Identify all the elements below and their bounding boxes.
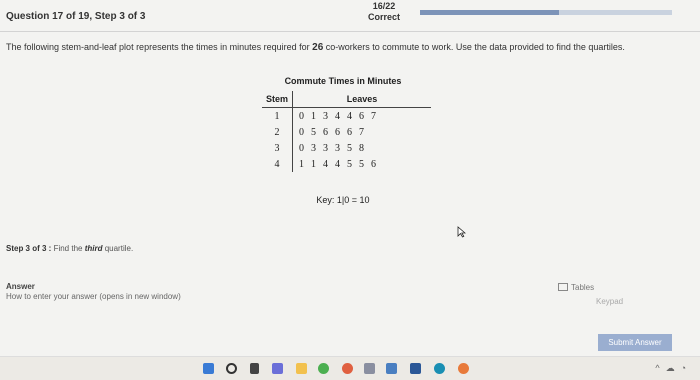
leaf-value: 6 — [359, 110, 364, 122]
plot-row: 3033358 — [262, 140, 431, 156]
photos-icon[interactable] — [342, 363, 353, 374]
cloud-icon[interactable]: ☁ — [666, 363, 681, 373]
leaves-cell: 0134467 — [293, 108, 432, 125]
score-box: 16/22 Correct — [356, 1, 412, 23]
leaf-value: 5 — [347, 142, 352, 154]
leaf-value: 1 — [311, 110, 316, 122]
step-text: Find the — [51, 244, 85, 253]
leaf-value: 6 — [347, 126, 352, 138]
progress-bar — [420, 10, 672, 15]
leaf-value: 5 — [347, 158, 352, 170]
task-view-icon[interactable] — [250, 363, 259, 374]
leaf-value: 1 — [299, 158, 304, 170]
leaf-value: 5 — [311, 126, 316, 138]
leaf-value: 0 — [299, 142, 304, 154]
stem-value: 4 — [262, 156, 293, 172]
tables-button[interactable]: Tables — [558, 283, 594, 292]
prompt-text-end: co-workers to commute to work. Use the d… — [323, 42, 625, 52]
system-tray: ^☁◔ — [655, 363, 692, 374]
leaf-value: 4 — [323, 158, 328, 170]
stem-leaf-plot: Stem Leaves 1013446720566673033358411445… — [262, 91, 431, 172]
plot-row: 10134467 — [262, 107, 432, 125]
app-icon[interactable] — [386, 363, 397, 374]
step-emphasis: third — [84, 244, 103, 253]
prompt-text: The following stem-and-leaf plot represe… — [6, 42, 313, 52]
leaf-value: 3 — [323, 110, 328, 122]
step-instruction: Step 3 of 3 : Find the third quartile. — [6, 244, 133, 253]
plot-title: Commute Times in Minutes — [284, 76, 402, 86]
leaves-header: Leaves — [292, 91, 431, 108]
leaf-value: 0 — [299, 110, 304, 122]
leaves-cell: 056667 — [293, 124, 432, 140]
leaf-value: 7 — [359, 126, 364, 138]
mouse-cursor-icon — [457, 226, 466, 238]
search-icon[interactable] — [226, 363, 237, 374]
leaves-cell: 1144556 — [293, 156, 432, 172]
plot-row: 2056667 — [262, 124, 431, 140]
plot-key: Key: 1|0 = 10 — [316, 195, 370, 205]
chat-icon[interactable] — [272, 363, 283, 374]
submit-answer-button[interactable]: Submit Answer — [598, 334, 672, 351]
step-text-end: quartile. — [102, 244, 134, 253]
file-explorer-icon[interactable] — [296, 363, 307, 374]
store-icon[interactable] — [364, 363, 375, 374]
leaf-value: 5 — [359, 158, 364, 170]
leaf-value: 4 — [347, 110, 352, 122]
mail-icon[interactable] — [410, 363, 421, 374]
leaf-value: 3 — [335, 142, 340, 154]
step-label: Step 3 of 3 : — [6, 244, 52, 253]
leaf-value: 3 — [323, 142, 328, 154]
status-text: Correct — [367, 12, 400, 22]
taskbar: ^☁◔ — [0, 356, 700, 380]
leaf-value: 4 — [335, 158, 340, 170]
header-divider — [0, 31, 700, 32]
plot-row: 41144556 — [262, 156, 431, 172]
answer-label: Answer — [6, 282, 35, 291]
stem-value: 1 — [262, 107, 293, 124]
stem-header: Stem — [262, 91, 293, 108]
leaf-value: 0 — [299, 126, 304, 138]
plot-body: 101344672056667303335841144556 — [262, 107, 432, 172]
keypad-button[interactable]: Keypad — [596, 297, 623, 306]
media-icon[interactable] — [458, 363, 469, 374]
wifi-icon[interactable]: ◔ — [681, 363, 692, 373]
header-bar: Question 17 of 19, Step 3 of 3 16/22 Cor… — [0, 0, 700, 28]
coworker-count: 26 — [312, 42, 324, 53]
leaf-value: 6 — [371, 158, 376, 170]
table-icon — [558, 283, 568, 291]
leaves-cell: 033358 — [293, 140, 432, 156]
answer-help-link[interactable]: How to enter your answer (opens in new w… — [6, 292, 181, 301]
leaf-value: 7 — [371, 110, 376, 122]
stem-value: 3 — [262, 140, 293, 156]
leaf-value: 6 — [323, 126, 328, 138]
chrome-icon[interactable] — [318, 363, 329, 374]
stem-value: 2 — [262, 124, 293, 140]
windows-icon[interactable] — [203, 363, 214, 374]
leaf-value: 4 — [335, 110, 340, 122]
question-label: Question 17 of 19, Step 3 of 3 — [6, 11, 146, 22]
score-value: 16/22 — [372, 1, 396, 11]
chevron-up-icon[interactable]: ^ — [655, 363, 665, 373]
progress-fill — [420, 10, 559, 15]
leaf-value: 3 — [311, 142, 316, 154]
question-prompt: The following stem-and-leaf plot represe… — [6, 42, 666, 53]
leaf-value: 6 — [335, 126, 340, 138]
tables-label: Tables — [571, 283, 595, 292]
leaf-value: 1 — [311, 158, 316, 170]
edge-icon[interactable] — [434, 363, 445, 374]
leaf-value: 8 — [359, 142, 364, 154]
